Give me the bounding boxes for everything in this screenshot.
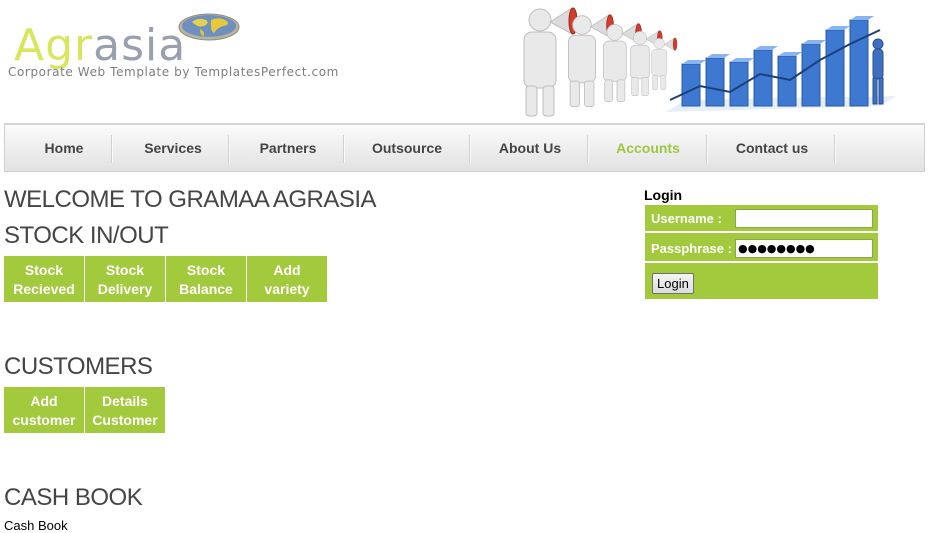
login-form: Username : Passphrase : ●●●●●●●● Login: [645, 205, 878, 299]
details-customer-button[interactable]: Details Customer: [85, 387, 165, 433]
add-variety-button[interactable]: Add variety: [247, 256, 327, 302]
username-label: Username :: [651, 211, 722, 226]
globe-icon: [178, 13, 240, 41]
password-field[interactable]: ●●●●●●●●: [735, 239, 873, 258]
header-banner-illustration: [523, 7, 896, 117]
stock-button-row: Stock Recieved Stock Delivery Stock Balance…: [4, 256, 328, 302]
button-label-line1: Stock: [24, 261, 64, 278]
username-row: Username :: [645, 205, 878, 233]
button-label-line1: Add: [30, 392, 58, 409]
nav-divider: [343, 135, 345, 163]
logo-part-2: asia: [93, 20, 187, 71]
logo-text: Agrasia: [14, 24, 186, 68]
button-label-line2: Recieved: [13, 280, 75, 297]
stock-heading: STOCK IN/OUT: [4, 222, 169, 249]
header: Agrasia Corporate Web Template by Templa…: [0, 0, 930, 122]
login-button[interactable]: Login: [652, 273, 694, 294]
button-label-line1: Stock: [105, 261, 145, 278]
stock-delivery-button[interactable]: Stock Delivery: [85, 256, 165, 302]
nav-divider: [834, 135, 836, 163]
login-title: Login: [644, 187, 683, 203]
username-field[interactable]: [735, 209, 873, 228]
welcome-heading: WELCOME TO GRAMAA AGRASIA: [4, 186, 377, 213]
megaphone-people-illustration: [523, 7, 678, 117]
cashbook-heading: CASH BOOK: [4, 484, 143, 511]
cashbook-link[interactable]: Cash Book: [4, 518, 68, 533]
nav-item-services[interactable]: Services: [129, 125, 217, 172]
nav-item-outsource[interactable]: Outsource: [361, 125, 453, 172]
button-label-line2: variety: [264, 280, 310, 297]
customers-button-row: Add customer Details Customer: [4, 387, 166, 433]
button-label-line1: Details: [102, 392, 148, 409]
nav-item-partners[interactable]: Partners: [245, 125, 331, 172]
bar-chart-illustration: [666, 16, 896, 112]
button-label-line2: Customer: [92, 411, 158, 428]
nav-item-about-us[interactable]: About Us: [485, 125, 575, 172]
nav-divider: [469, 135, 471, 163]
nav-divider: [228, 135, 230, 163]
nav-item-contact-us[interactable]: Contact us: [723, 125, 821, 172]
customers-heading: CUSTOMERS: [4, 353, 153, 380]
add-customer-button[interactable]: Add customer: [4, 387, 84, 433]
tagline: Corporate Web Template by TemplatesPerfe…: [8, 65, 339, 79]
button-label-line1: Add: [273, 261, 301, 278]
button-label-line1: Stock: [186, 261, 226, 278]
stock-balance-button[interactable]: Stock Balance: [166, 256, 246, 302]
nav-divider: [706, 135, 708, 163]
button-label-line2: Balance: [179, 280, 233, 297]
button-label-line2: customer: [12, 411, 76, 428]
nav-item-accounts[interactable]: Accounts: [603, 125, 693, 172]
button-label-line2: Delivery: [97, 280, 153, 297]
password-label: Passphrase :: [651, 241, 732, 256]
main-nav: Home Services Partners Outsource About U…: [4, 123, 925, 172]
nav-divider: [111, 135, 113, 163]
nav-divider: [587, 135, 589, 163]
password-row: Passphrase : ●●●●●●●●: [645, 235, 878, 263]
stock-received-button[interactable]: Stock Recieved: [4, 256, 84, 302]
logo-part-1: Agr: [14, 20, 94, 71]
nav-item-home[interactable]: Home: [23, 125, 105, 172]
